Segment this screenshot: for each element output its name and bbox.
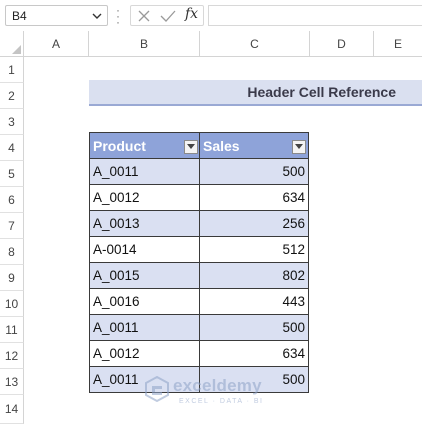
column-header-c[interactable]: C bbox=[200, 31, 310, 57]
row-header-3[interactable]: 3 bbox=[0, 109, 24, 135]
spreadsheet-grid: A B C D E 1 2 3 4 5 6 7 8 9 10 11 12 13 … bbox=[0, 31, 422, 424]
row-header-7[interactable]: 7 bbox=[0, 213, 24, 239]
page-title: Header Cell Reference bbox=[247, 84, 396, 100]
more-options-icon[interactable]: · · · bbox=[115, 4, 121, 28]
header-label: Product bbox=[93, 138, 146, 154]
table-cell-sales[interactable]: 512 bbox=[199, 236, 309, 263]
row-header-10[interactable]: 10 bbox=[0, 291, 24, 317]
header-label: Sales bbox=[203, 138, 240, 154]
row-header-14[interactable]: 14 bbox=[0, 395, 24, 424]
table-cell-product[interactable]: A_0015 bbox=[89, 262, 200, 289]
insert-function-button[interactable]: fx bbox=[185, 6, 198, 22]
table-cell-product[interactable]: A_0011 bbox=[89, 158, 200, 185]
table-cell-sales[interactable]: 443 bbox=[199, 288, 309, 315]
table-cell-sales[interactable]: 256 bbox=[199, 210, 309, 237]
title-cell[interactable]: Header Cell Reference bbox=[89, 80, 422, 106]
row-header-12[interactable]: 12 bbox=[0, 343, 24, 369]
table-cell-sales[interactable]: 500 bbox=[199, 314, 309, 341]
table-cell-product[interactable]: A_0011 bbox=[89, 314, 200, 341]
name-box[interactable]: B4 bbox=[5, 5, 108, 26]
row-header-11[interactable]: 11 bbox=[0, 317, 24, 343]
watermark-name: exceldemy bbox=[173, 376, 262, 395]
row-header-1[interactable]: 1 bbox=[0, 57, 24, 83]
chevron-down-icon[interactable] bbox=[90, 9, 104, 28]
table-cell-product[interactable]: A_0013 bbox=[89, 210, 200, 237]
row-header-2[interactable]: 2 bbox=[0, 83, 24, 109]
row-header-6[interactable]: 6 bbox=[0, 187, 24, 213]
table-cell-product[interactable]: A_0016 bbox=[89, 288, 200, 315]
watermark-tagline: EXCEL · DATA · BI bbox=[179, 398, 264, 405]
table-header-sales[interactable]: Sales bbox=[199, 132, 309, 159]
table-cell-sales[interactable]: 500 bbox=[199, 158, 309, 185]
table-header-product[interactable]: Product bbox=[89, 132, 200, 159]
row-header-9[interactable]: 9 bbox=[0, 265, 24, 291]
row-header-13[interactable]: 13 bbox=[0, 369, 24, 395]
row-header-4[interactable]: 4 bbox=[0, 135, 24, 161]
watermark-logo: exceldemy EXCEL · DATA · BI bbox=[137, 374, 287, 414]
checkmark-icon[interactable] bbox=[160, 9, 176, 28]
table-cell-sales[interactable]: 634 bbox=[199, 184, 309, 211]
table-cell-product[interactable]: A_0012 bbox=[89, 340, 200, 367]
table-cell-sales[interactable]: 634 bbox=[199, 340, 309, 367]
column-header-a[interactable]: A bbox=[24, 31, 89, 57]
column-header-e[interactable]: E bbox=[374, 31, 422, 57]
select-all-button[interactable] bbox=[0, 31, 24, 57]
column-header-d[interactable]: D bbox=[310, 31, 374, 57]
formula-bar: B4 · · · fx bbox=[0, 0, 422, 32]
exceldemy-logo-icon bbox=[145, 375, 169, 407]
filter-dropdown-icon[interactable] bbox=[292, 140, 306, 154]
filter-dropdown-icon[interactable] bbox=[184, 140, 198, 154]
name-box-value: B4 bbox=[12, 9, 27, 23]
column-header-b[interactable]: B bbox=[89, 31, 200, 57]
row-header-5[interactable]: 5 bbox=[0, 161, 24, 187]
table-cell-product[interactable]: A-0014 bbox=[89, 236, 200, 263]
row-header-8[interactable]: 8 bbox=[0, 239, 24, 265]
formula-input[interactable] bbox=[208, 5, 422, 26]
cancel-icon[interactable] bbox=[137, 9, 151, 28]
table-cell-product[interactable]: A_0012 bbox=[89, 184, 200, 211]
table-cell-sales[interactable]: 802 bbox=[199, 262, 309, 289]
formula-buttons: fx bbox=[130, 5, 204, 26]
